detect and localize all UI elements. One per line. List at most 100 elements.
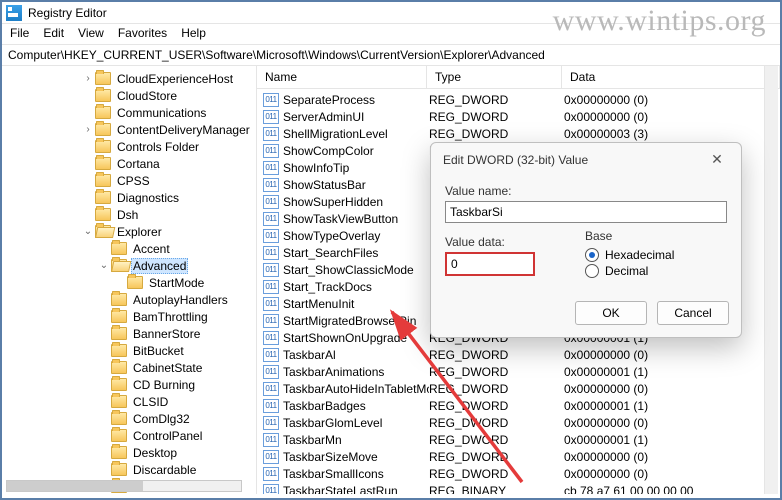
tree-node-label: Advanced: [131, 258, 188, 274]
value-type: REG_DWORD: [429, 450, 564, 464]
tree-node[interactable]: ›ComDlg32: [2, 410, 256, 427]
value-name: Start_ShowClassicMode: [283, 263, 429, 277]
value-row[interactable]: TaskbarMnREG_DWORD0x00000001 (1): [257, 431, 780, 448]
menu-help[interactable]: Help: [181, 26, 206, 40]
value-data: 0x00000001 (1): [564, 399, 780, 413]
radio-decimal[interactable]: Decimal: [585, 263, 674, 279]
tree-node[interactable]: › ContentDeliveryManager: [2, 121, 256, 138]
value-row[interactable]: TaskbarSizeMoveREG_DWORD0x00000000 (0): [257, 448, 780, 465]
tree-node[interactable]: ›Cortana: [2, 155, 256, 172]
value-row[interactable]: TaskbarStateLastRunREG_BINARYcb 78 a7 61…: [257, 482, 780, 494]
tree-node[interactable]: ›Dsh: [2, 206, 256, 223]
value-data-label: Value data:: [445, 235, 565, 249]
base-label: Base: [585, 229, 674, 243]
ok-button[interactable]: OK: [575, 301, 647, 325]
folder-icon: [111, 327, 127, 340]
tree-node[interactable]: ›CPSS: [2, 172, 256, 189]
column-data[interactable]: Data: [562, 66, 780, 88]
menu-view[interactable]: View: [78, 26, 104, 40]
chevron-down-icon[interactable]: ⌄: [82, 226, 94, 238]
folder-icon: [111, 259, 127, 272]
tree-node[interactable]: ›BamThrottling: [2, 308, 256, 325]
column-headers[interactable]: Name Type Data: [257, 66, 780, 89]
tree-node[interactable]: ⌄Explorer: [2, 223, 256, 240]
horizontal-scrollbar[interactable]: [6, 480, 242, 492]
tree-node[interactable]: ›Communications: [2, 104, 256, 121]
value-row[interactable]: TaskbarGlomLevelREG_DWORD0x00000000 (0): [257, 414, 780, 431]
value-row[interactable]: TaskbarSmallIconsREG_DWORD0x00000000 (0): [257, 465, 780, 482]
radio-dec-label: Decimal: [605, 264, 648, 278]
value-name-input[interactable]: [445, 201, 727, 223]
value-row[interactable]: TaskbarAnimationsREG_DWORD0x00000001 (1): [257, 363, 780, 380]
menu-favorites[interactable]: Favorites: [118, 26, 167, 40]
value-row[interactable]: TaskbarAlREG_DWORD0x00000000 (0): [257, 346, 780, 363]
dword-icon: [263, 263, 279, 277]
folder-icon: [95, 191, 111, 204]
value-row[interactable]: TaskbarBadgesREG_DWORD0x00000001 (1): [257, 397, 780, 414]
dword-icon: [263, 195, 279, 209]
window-title: Registry Editor: [28, 6, 107, 20]
registry-tree[interactable]: ›CloudExperienceHost›CloudStore›Communic…: [2, 66, 257, 494]
menu-edit[interactable]: Edit: [43, 26, 64, 40]
tree-node[interactable]: ›Discardable: [2, 461, 256, 478]
value-row[interactable]: TaskbarAutoHideInTabletModeREG_DWORD0x00…: [257, 380, 780, 397]
tree-node[interactable]: ›CLSID: [2, 393, 256, 410]
vertical-scrollbar[interactable]: [764, 66, 778, 494]
folder-icon: [111, 463, 127, 476]
address-bar[interactable]: Computer\HKEY_CURRENT_USER\Software\Micr…: [2, 45, 780, 66]
tree-node[interactable]: ›CD Burning: [2, 376, 256, 393]
tree-node[interactable]: ›Controls Folder: [2, 138, 256, 155]
value-data: 0x00000003 (3): [564, 127, 780, 141]
dword-icon: [263, 280, 279, 294]
tree-node-label: Desktop: [131, 446, 179, 460]
dword-icon: [263, 314, 279, 328]
tree-node[interactable]: ›CabinetState: [2, 359, 256, 376]
cancel-button[interactable]: Cancel: [657, 301, 729, 325]
dword-icon: [263, 365, 279, 379]
chevron-right-icon[interactable]: ›: [82, 73, 94, 85]
tree-node[interactable]: ›ControlPanel: [2, 427, 256, 444]
value-data-input[interactable]: [445, 252, 535, 276]
dword-icon: [263, 178, 279, 192]
value-row[interactable]: ServerAdminUIREG_DWORD0x00000000 (0): [257, 108, 780, 125]
close-icon[interactable]: ✕: [703, 151, 731, 168]
dword-icon: [263, 399, 279, 413]
tree-node[interactable]: ›Accent: [2, 240, 256, 257]
value-row[interactable]: SeparateProcessREG_DWORD0x00000000 (0): [257, 91, 780, 108]
tree-node[interactable]: ›Desktop: [2, 444, 256, 461]
tree-node[interactable]: ›BitBucket: [2, 342, 256, 359]
folder-icon: [95, 174, 111, 187]
dword-icon: [263, 212, 279, 226]
tree-node[interactable]: ›AutoplayHandlers: [2, 291, 256, 308]
column-type[interactable]: Type: [427, 66, 562, 88]
menu-file[interactable]: File: [10, 26, 29, 40]
dword-icon: [263, 331, 279, 345]
value-data: 0x00000000 (0): [564, 382, 780, 396]
value-name: StartShownOnUpgrade: [283, 331, 429, 345]
value-type: REG_DWORD: [429, 433, 564, 447]
column-name[interactable]: Name: [257, 66, 427, 88]
tree-node[interactable]: ›Diagnostics: [2, 189, 256, 206]
tree-node[interactable]: ›StartMode: [2, 274, 256, 291]
radio-hexadecimal[interactable]: Hexadecimal: [585, 247, 674, 263]
value-name: TaskbarStateLastRun: [283, 484, 429, 495]
value-row[interactable]: ShellMigrationLevelREG_DWORD0x00000003 (…: [257, 125, 780, 142]
dword-icon: [263, 297, 279, 311]
chevron-down-icon[interactable]: ⌄: [98, 260, 110, 272]
dword-icon: [263, 382, 279, 396]
value-data: cb 78 a7 61 00 00 00 00: [564, 484, 780, 495]
tree-node[interactable]: ›CloudStore: [2, 87, 256, 104]
value-name: StartMigratedBrowserPin: [283, 314, 429, 328]
tree-node-label: CloudExperienceHost: [115, 72, 235, 86]
tree-node[interactable]: ⌄ Advanced: [2, 257, 256, 274]
tree-node-label: Accent: [131, 242, 172, 256]
value-data: 0x00000000 (0): [564, 416, 780, 430]
dialog-title: Edit DWORD (32-bit) Value: [443, 153, 588, 167]
tree-node-label: CloudStore: [115, 89, 179, 103]
tree-node-label: ComDlg32: [131, 412, 192, 426]
tree-node-label: ContentDeliveryManager: [115, 123, 252, 137]
tree-node[interactable]: ›BannerStore: [2, 325, 256, 342]
tree-node[interactable]: › CloudExperienceHost: [2, 70, 256, 87]
chevron-right-icon[interactable]: ›: [82, 124, 94, 136]
dword-icon: [263, 433, 279, 447]
